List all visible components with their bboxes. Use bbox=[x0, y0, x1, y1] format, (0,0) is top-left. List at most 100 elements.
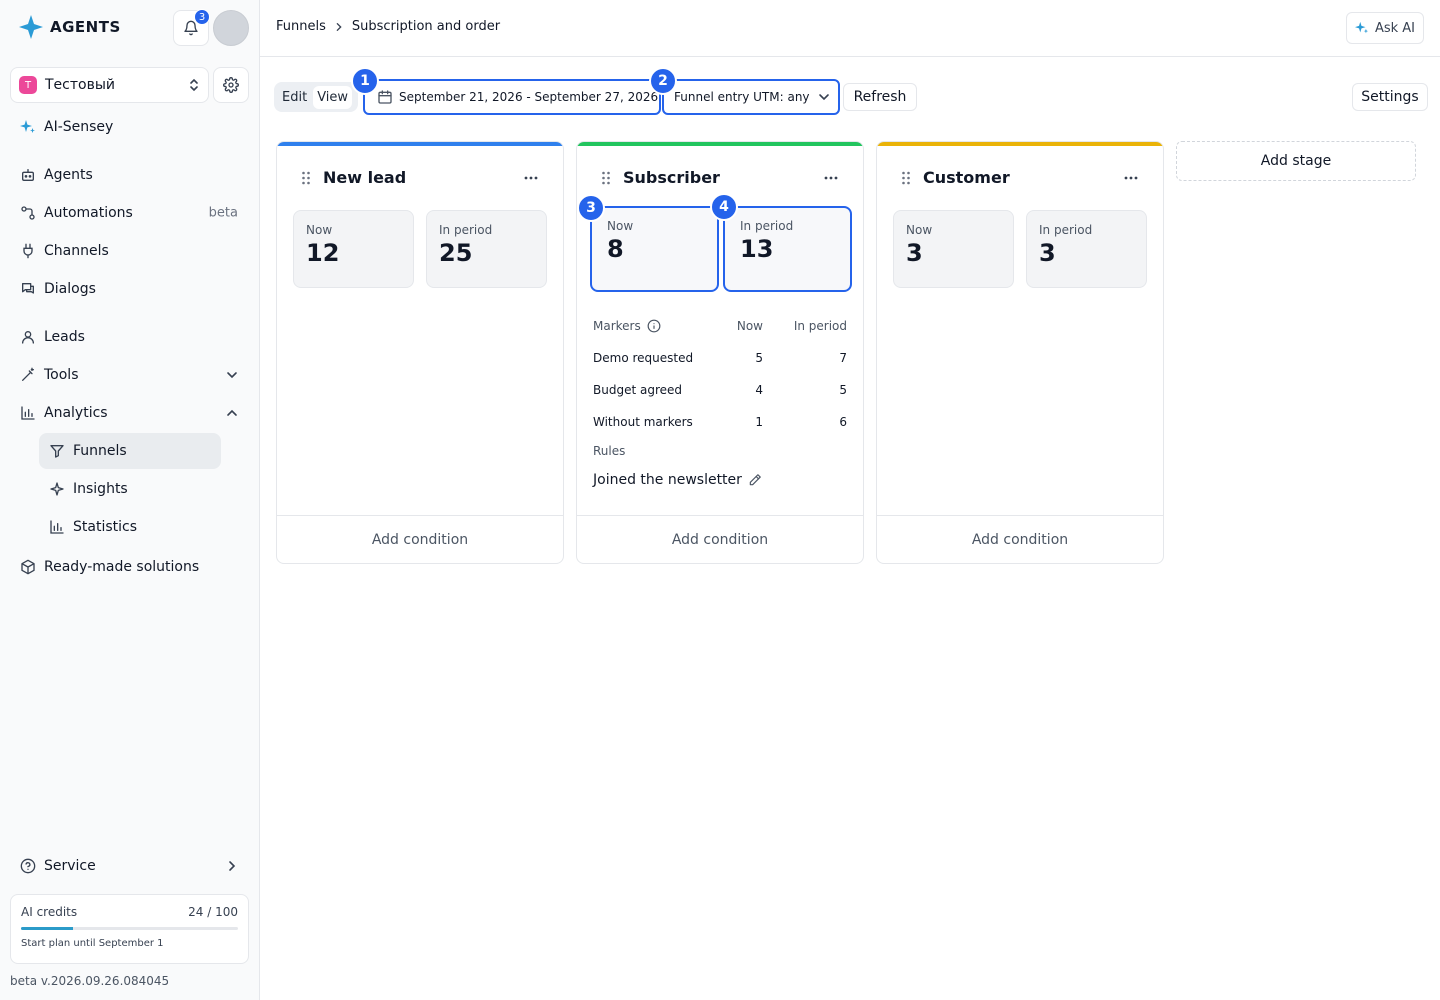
stage-title: New lead bbox=[323, 168, 407, 187]
sidebar-item-automations[interactable]: Automations beta bbox=[10, 196, 250, 230]
breadcrumb-current: Subscription and order bbox=[351, 19, 501, 34]
more-options-icon[interactable] bbox=[823, 170, 839, 186]
stage-color-bar bbox=[277, 142, 563, 146]
stat-period-value: 25 bbox=[439, 239, 473, 267]
chevron-right-icon bbox=[334, 22, 344, 32]
calendar-icon bbox=[377, 89, 393, 105]
stat-now[interactable]: Now 8 bbox=[590, 206, 719, 292]
stat-now-value: 12 bbox=[306, 239, 340, 267]
table-row: Budget agreed 4 5 bbox=[593, 374, 847, 406]
stage-title: Subscriber bbox=[623, 168, 720, 187]
stat-now: Now 12 bbox=[293, 210, 414, 288]
chat-icon bbox=[20, 281, 36, 297]
marker-period: 7 bbox=[839, 351, 847, 365]
info-icon[interactable] bbox=[647, 319, 661, 333]
sidebar-item-funnels[interactable]: Funnels bbox=[39, 433, 221, 469]
stat-in-period: In period 25 bbox=[426, 210, 547, 288]
workspace-settings-button[interactable] bbox=[213, 67, 249, 103]
stat-period-value: 3 bbox=[1039, 239, 1056, 267]
rule-text: Joined the newsletter bbox=[593, 472, 742, 488]
add-stage-button[interactable]: Add stage bbox=[1176, 141, 1416, 181]
rule-item[interactable]: Joined the newsletter bbox=[593, 472, 762, 488]
drag-handle-icon[interactable] bbox=[301, 171, 311, 185]
sidebar-item-label: Insights bbox=[73, 481, 128, 497]
sidebar-item-insights[interactable]: Insights bbox=[39, 471, 221, 507]
chevron-up-icon bbox=[226, 407, 238, 419]
stat-period-label: In period bbox=[1039, 223, 1093, 237]
ai-credits-progress-fill bbox=[21, 927, 74, 930]
chevron-down-icon bbox=[226, 369, 238, 381]
logo-star-icon bbox=[18, 14, 44, 40]
breadcrumb-funnels[interactable]: Funnels bbox=[276, 19, 326, 34]
sidebar-item-label: AI-Sensey bbox=[44, 119, 114, 135]
rules-label: Rules bbox=[593, 444, 626, 458]
sidebar-item-tools[interactable]: Tools bbox=[10, 358, 250, 392]
sidebar-item-leads[interactable]: Leads bbox=[10, 320, 250, 354]
ai-credits-progress bbox=[21, 927, 238, 930]
gear-icon bbox=[223, 77, 239, 93]
workflow-icon bbox=[20, 205, 36, 221]
annotation-marker-3: 3 bbox=[577, 194, 605, 222]
date-range-picker[interactable]: September 21, 2026 - September 27, 2026 bbox=[363, 79, 661, 115]
stat-now-value: 8 bbox=[607, 235, 624, 263]
sidebar: AGENTS 3 T Тестовый AI-Sensey Agents Aut… bbox=[0, 0, 260, 1000]
drag-handle-icon[interactable] bbox=[901, 171, 911, 185]
stat-in-period: In period 3 bbox=[1026, 210, 1147, 288]
add-condition-button[interactable]: Add condition bbox=[277, 515, 563, 563]
logo-text: AGENTS bbox=[50, 18, 121, 36]
markers-header-period: In period bbox=[793, 319, 847, 333]
add-condition-button[interactable]: Add condition bbox=[877, 515, 1163, 563]
refresh-button[interactable]: Refresh bbox=[843, 83, 917, 111]
stat-in-period[interactable]: In period 13 bbox=[723, 206, 852, 292]
sidebar-item-label: Agents bbox=[44, 167, 93, 183]
stat-now-label: Now bbox=[607, 219, 634, 233]
markers-table: Markers Now In period Demo requested 5 7… bbox=[593, 310, 847, 438]
sidebar-item-ready-made-solutions[interactable]: Ready-made solutions bbox=[10, 550, 250, 584]
ai-credits-label: AI credits bbox=[21, 905, 78, 919]
sidebar-item-statistics[interactable]: Statistics bbox=[39, 509, 221, 545]
stat-now-value: 3 bbox=[906, 239, 923, 267]
sidebar-item-analytics[interactable]: Analytics bbox=[10, 396, 250, 430]
mode-view[interactable]: View bbox=[313, 85, 353, 109]
pencil-icon[interactable] bbox=[748, 473, 762, 487]
bar-chart-icon bbox=[20, 405, 36, 421]
workspace-name: Тестовый bbox=[45, 77, 115, 93]
ask-ai-button[interactable]: Ask AI bbox=[1345, 12, 1424, 44]
user-icon bbox=[20, 329, 36, 345]
sparkle-icon bbox=[20, 119, 36, 135]
stage-color-bar bbox=[877, 142, 1163, 146]
date-range-text: September 21, 2026 - September 27, 2026 bbox=[399, 90, 659, 104]
logo[interactable]: AGENTS bbox=[18, 14, 121, 40]
sidebar-item-dialogs[interactable]: Dialogs bbox=[10, 272, 250, 306]
stage-color-bar bbox=[577, 142, 863, 146]
sidebar-item-label: Ready-made solutions bbox=[44, 559, 200, 575]
annotation-marker-2: 2 bbox=[649, 67, 677, 95]
chevron-right-icon bbox=[226, 860, 238, 872]
utm-filter-dropdown[interactable]: Funnel entry UTM: any bbox=[662, 79, 840, 115]
mode-edit[interactable]: Edit bbox=[278, 86, 311, 109]
add-condition-button[interactable]: Add condition bbox=[577, 515, 863, 563]
sidebar-item-label: Leads bbox=[44, 329, 85, 345]
sparkle-outline-icon bbox=[49, 481, 65, 497]
sidebar-item-ai-sensey[interactable]: AI-Sensey bbox=[10, 110, 250, 144]
workspace-selector[interactable]: T Тестовый bbox=[10, 67, 209, 103]
more-options-icon[interactable] bbox=[523, 170, 539, 186]
stage-title: Customer bbox=[923, 168, 1010, 187]
user-avatar[interactable] bbox=[213, 10, 249, 46]
ask-ai-label: Ask AI bbox=[1374, 20, 1415, 36]
ai-credits-value: 24 / 100 bbox=[188, 905, 238, 919]
sidebar-item-label: Service bbox=[44, 858, 96, 874]
stat-now: Now 3 bbox=[893, 210, 1014, 288]
version-label: beta v.2026.09.26.084045 bbox=[10, 974, 170, 988]
stat-now-label: Now bbox=[306, 223, 333, 237]
help-circle-icon bbox=[20, 858, 36, 874]
sidebar-item-channels[interactable]: Channels bbox=[10, 234, 250, 268]
stage-card-new-lead: New lead Now 12 In period 25 Add conditi… bbox=[276, 141, 564, 564]
sidebar-item-agents[interactable]: Agents bbox=[10, 158, 250, 192]
sidebar-item-service[interactable]: Service bbox=[10, 849, 250, 883]
more-options-icon[interactable] bbox=[1123, 170, 1139, 186]
settings-button[interactable]: Settings bbox=[1352, 83, 1428, 111]
plan-info: Start plan until September 1 bbox=[21, 938, 164, 949]
drag-handle-icon[interactable] bbox=[601, 171, 611, 185]
chevron-down-icon bbox=[818, 91, 830, 103]
